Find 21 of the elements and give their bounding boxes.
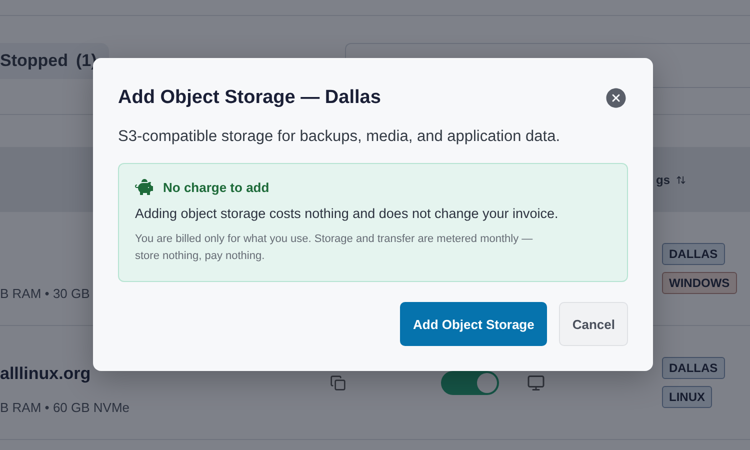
column-header[interactable]: gs [656, 172, 670, 186]
server-name: alllinux.org [0, 364, 92, 384]
server-specs: B RAM • 30 GB [0, 286, 91, 301]
piggy-bank-icon [135, 178, 153, 196]
sort-icon [676, 174, 686, 184]
tag: DALLAS [662, 357, 725, 379]
tag: DALLAS [662, 243, 725, 265]
cancel-button[interactable]: Cancel [559, 302, 628, 346]
notice-text: Adding object storage costs nothing and does not change your invoice. [135, 206, 560, 221]
tag: WINDOWS [662, 272, 737, 294]
add-storage-button[interactable]: Add Object Storage [400, 302, 548, 346]
dialog-description: S3-compatible storage for backups, media, and application data. [118, 128, 562, 146]
dialog-title: Add Object Storage — Dallas [118, 87, 381, 109]
toggle-switch[interactable] [441, 370, 499, 394]
notice-note: You are billed only for what you use. Storage and transfer are metered monthly — store nothing, pay nothing. [135, 232, 534, 264]
copy-icon[interactable] [330, 374, 346, 390]
tag: LINUX [662, 386, 712, 408]
notice-heading: No charge to add [163, 180, 270, 194]
monitor-icon[interactable] [527, 374, 545, 392]
close-button[interactable] [604, 86, 628, 110]
server-specs: B RAM • 60 GB NVMe [0, 400, 131, 415]
